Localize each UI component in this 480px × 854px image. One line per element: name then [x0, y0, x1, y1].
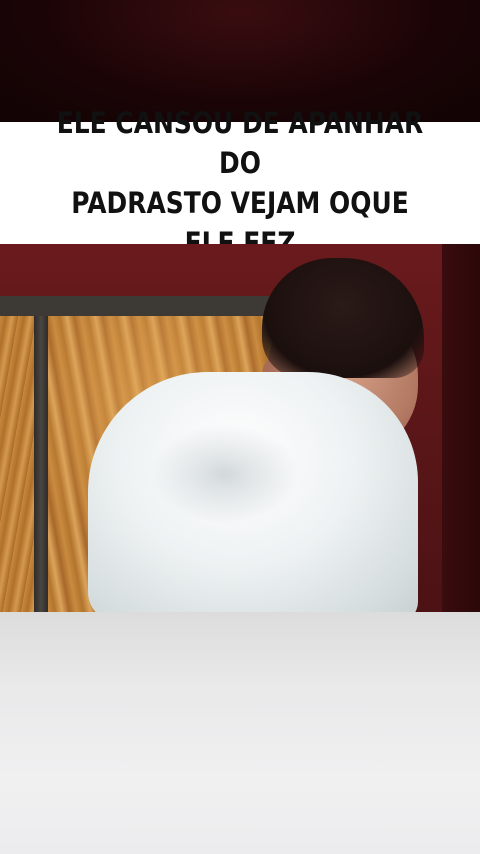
reel-screen[interactable]: ELE CANSOU DE APANHAR DO PADRASTO VEJAM … [0, 0, 480, 854]
wood-panel-left [0, 316, 34, 612]
door-post [34, 316, 48, 612]
video-frame[interactable] [0, 244, 480, 612]
shirt-fold [150, 424, 300, 524]
bottom-blurred-area [0, 612, 480, 854]
caption-banner: ELE CANSOU DE APANHAR DO PADRASTO VEJAM … [0, 106, 480, 260]
caption-text: ELE CANSOU DE APANHAR DO PADRASTO VEJAM … [56, 106, 424, 260]
wall-edge [442, 244, 480, 612]
